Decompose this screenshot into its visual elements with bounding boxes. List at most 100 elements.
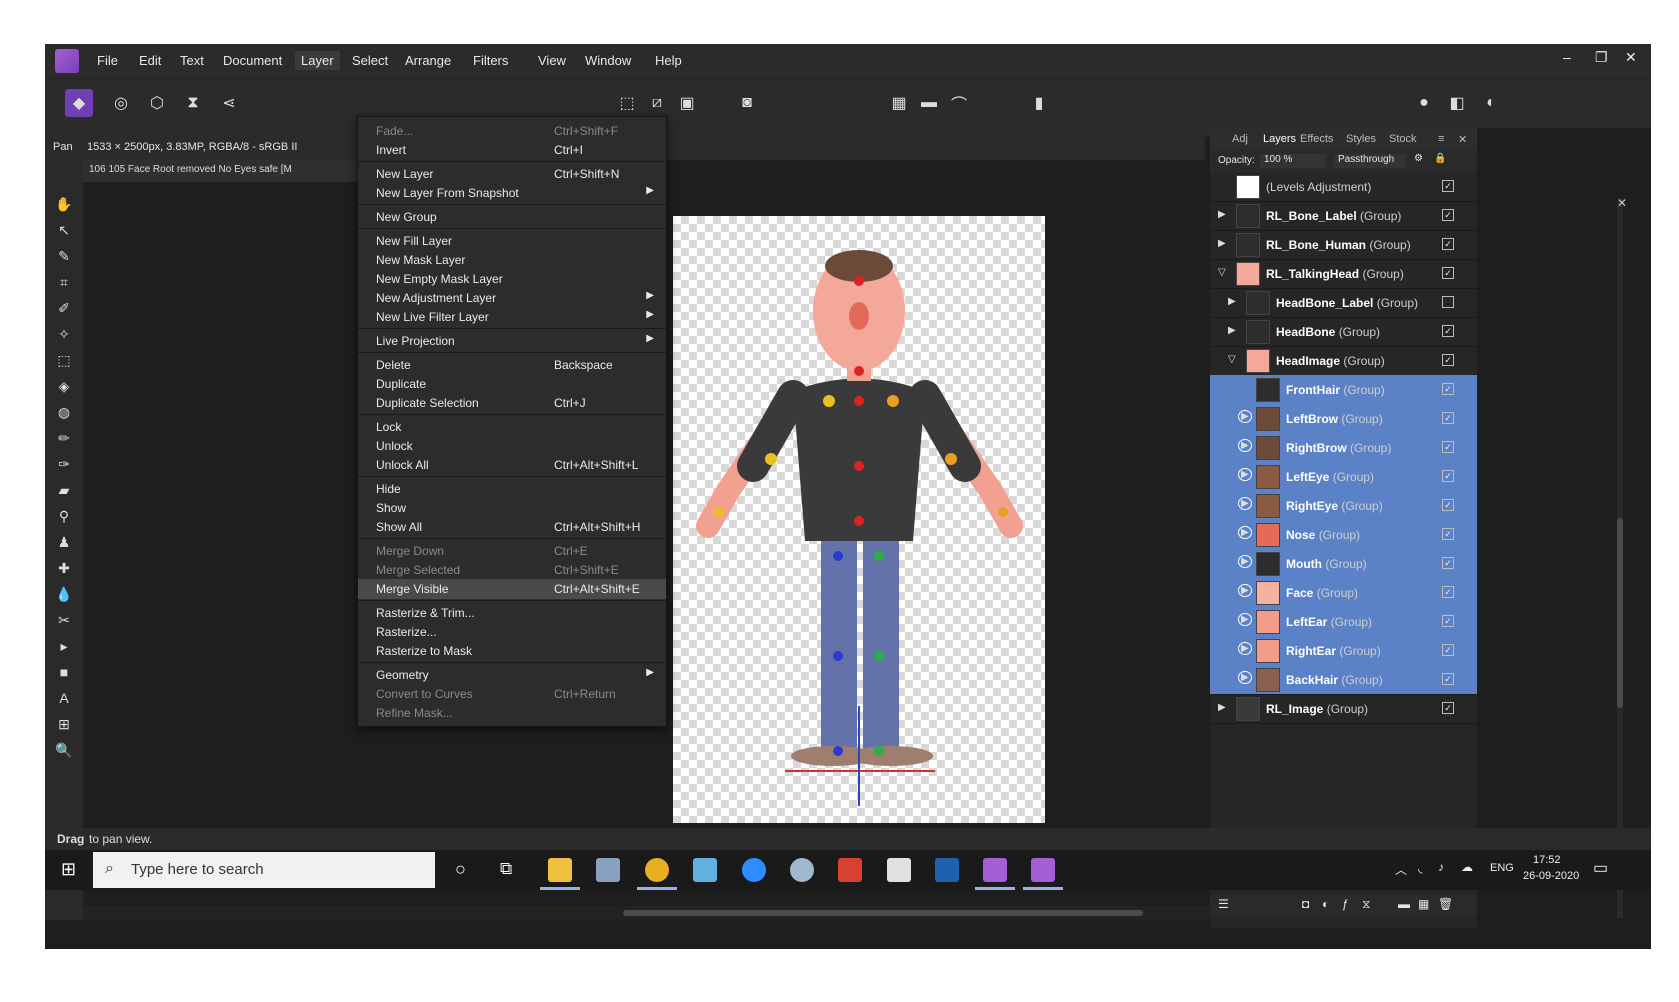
layer-expand-icon[interactable]: ▶ — [1238, 468, 1252, 481]
zoom-app-icon[interactable] — [742, 858, 766, 882]
menu-item-new-fill-layer[interactable]: New Fill Layer — [358, 231, 666, 251]
add-pixel-layer-icon[interactable]: ▦ — [1418, 897, 1429, 911]
tab-layers[interactable]: Layers — [1263, 133, 1296, 145]
rectangle-tool-icon[interactable]: ■ — [54, 662, 74, 682]
menu-item-show-all[interactable]: Show All Ctrl+Alt+Shift+H — [358, 517, 666, 537]
menu-item-new-mask-layer[interactable]: New Mask Layer — [358, 250, 666, 270]
windows-start-icon[interactable]: ⊞ — [61, 859, 76, 880]
layer-expand-icon[interactable]: ▶ — [1218, 238, 1226, 249]
liquify-persona-icon[interactable]: ◎ — [107, 89, 135, 117]
menu-edit[interactable]: Edit — [139, 53, 161, 68]
menu-filters[interactable]: Filters — [473, 53, 508, 68]
menu-item-new-empty-mask-layer[interactable]: New Empty Mask Layer — [358, 269, 666, 289]
acrobat-icon[interactable] — [887, 858, 911, 882]
notification-icon[interactable]: ▭ — [1593, 858, 1608, 878]
layer-row-leftear[interactable]: ▶ LeftEar (Group) ✓ — [1210, 607, 1477, 637]
layer-visibility-checkbox[interactable]: ✓ — [1442, 702, 1454, 714]
layer-row-rl-image[interactable]: ▶ RL_Image (Group) ✓ — [1210, 694, 1477, 724]
mask-layer-icon[interactable]: ◘ — [1302, 897, 1309, 911]
opacity-input[interactable]: 100 % — [1260, 154, 1326, 168]
layer-row-lefteye[interactable]: ▶ LeftEye (Group) ✓ — [1210, 462, 1477, 492]
layer-visibility-checkbox[interactable]: ✓ — [1442, 412, 1454, 424]
menu-item-merge-visible[interactable]: Merge Visible Ctrl+Alt+Shift+E — [358, 579, 666, 599]
gear-icon[interactable]: ⚙ — [1414, 153, 1423, 164]
menu-item-new-layer[interactable]: New Layer Ctrl+Shift+N — [358, 164, 666, 184]
affinity-photo-task-icon-2[interactable] — [1023, 858, 1063, 890]
color-picker-tool-icon[interactable]: ✎ — [54, 246, 74, 266]
gradient-tool-icon[interactable]: ◍ — [54, 402, 74, 422]
arrange-icon[interactable]: ◧ — [1443, 89, 1471, 117]
panel-close-icon[interactable]: ✕ — [1458, 133, 1467, 146]
layer-expand-icon[interactable]: ▶ — [1238, 642, 1252, 655]
tray-chevron-icon[interactable]: ︿ — [1395, 861, 1407, 878]
layer-row-rl-talkinghead[interactable]: ▽ RL_TalkingHead (Group) ✓ — [1210, 259, 1477, 289]
file-explorer-icon[interactable] — [540, 858, 580, 890]
restore-icon[interactable]: ❐ — [1595, 49, 1608, 66]
menu-item-lock[interactable]: Lock — [358, 417, 666, 437]
layers-stack-icon[interactable]: ☰ — [1218, 897, 1229, 911]
layer-visibility-checkbox[interactable]: ✓ — [1442, 586, 1454, 598]
layer-row-nose[interactable]: ▶ Nose (Group) ✓ — [1210, 520, 1477, 550]
layer-expand-icon[interactable]: ▽ — [1228, 354, 1236, 365]
layer-expand-icon[interactable]: ▶ — [1238, 584, 1252, 597]
menu-item-new-group[interactable]: New Group — [358, 207, 666, 227]
export-persona-icon[interactable]: ⋖ — [215, 89, 243, 117]
fill-tool-icon[interactable]: ◈ — [54, 376, 74, 396]
menu-item-unlock-all[interactable]: Unlock All Ctrl+Alt+Shift+L — [358, 455, 666, 475]
close-icon[interactable]: ✕ — [1625, 49, 1637, 66]
layer-expand-icon[interactable]: ▶ — [1218, 209, 1226, 220]
paint-brush-icon[interactable]: ✏ — [54, 428, 74, 448]
app-notes-icon[interactable] — [693, 858, 717, 882]
horizontal-scrollbar[interactable] — [83, 906, 1253, 920]
menu-item-new-layer-from-snapshot[interactable]: New Layer From Snapshot ▶ — [358, 183, 666, 203]
layer-row-backhair[interactable]: ▶ BackHair (Group) ✓ — [1210, 665, 1477, 695]
layer-expand-icon[interactable]: ▶ — [1238, 410, 1252, 423]
layer-row-rightbrow[interactable]: ▶ RightBrow (Group) ✓ — [1210, 433, 1477, 463]
marquee-tool-icon[interactable]: ⬚ — [54, 350, 74, 370]
layer-visibility-checkbox[interactable]: ✓ — [1442, 180, 1454, 192]
layer-expand-icon[interactable]: ▽ — [1218, 267, 1226, 278]
adjustment-icon[interactable]: ◐ — [1322, 897, 1329, 911]
menu-text[interactable]: Text — [180, 53, 204, 68]
clock-time[interactable]: 17:52 — [1533, 854, 1561, 866]
tab-stock[interactable]: Stock — [1389, 133, 1417, 145]
close-tab-icon[interactable]: ✕ — [1617, 196, 1627, 210]
menu-item-show[interactable]: Show — [358, 498, 666, 518]
mesh-warp-icon[interactable]: ⊞ — [54, 714, 74, 734]
layer-expand-icon[interactable]: ▶ — [1238, 671, 1252, 684]
artboard[interactable] — [673, 216, 1045, 823]
menu-help[interactable]: Help — [655, 53, 682, 68]
layer-row-rl-bone-label[interactable]: ▶ RL_Bone_Label (Group) ✓ — [1210, 201, 1477, 231]
menu-item-rasterize-to-mask[interactable]: Rasterize to Mask — [358, 641, 666, 661]
layer-visibility-checkbox[interactable]: ✓ — [1442, 354, 1454, 366]
vertical-scroll-thumb[interactable] — [1617, 518, 1623, 708]
layer-row-mouth[interactable]: ▶ Mouth (Group) ✓ — [1210, 549, 1477, 579]
layer-row-rl-bone-human[interactable]: ▶ RL_Bone_Human (Group) ✓ — [1210, 230, 1477, 260]
layer-expand-icon[interactable]: ▶ — [1218, 702, 1226, 713]
lock-icon[interactable]: 🔒 — [1434, 153, 1446, 164]
menu-item-geometry[interactable]: Geometry ▶ — [358, 665, 666, 685]
layer-row-levels-adjustment[interactable]: (Levels Adjustment) ✓ — [1210, 172, 1477, 202]
menu-item-delete[interactable]: Delete Backspace — [358, 355, 666, 375]
layer-expand-icon[interactable]: ▶ — [1238, 555, 1252, 568]
mask-mode-icon[interactable]: ◙ — [733, 89, 761, 117]
assistant-icon[interactable]: ● — [1410, 89, 1438, 117]
blend-mode-select[interactable]: Passthrough — [1334, 154, 1406, 168]
layer-row-rightear[interactable]: ▶ RightEar (Group) ✓ — [1210, 636, 1477, 666]
photo-persona-icon[interactable]: ◆ — [65, 89, 93, 117]
menu-window[interactable]: Window — [585, 53, 631, 68]
menu-document[interactable]: Document — [223, 53, 282, 68]
network-icon[interactable]: ◟ — [1418, 861, 1423, 875]
layer-row-leftbrow[interactable]: ▶ LeftBrow (Group) ✓ — [1210, 404, 1477, 434]
menu-file[interactable]: File — [97, 53, 118, 68]
document-tab[interactable]: 106 105 Face Root removed No Eyes safe [… — [83, 160, 363, 182]
develop-persona-icon[interactable]: ⬡ — [143, 89, 171, 117]
vertical-scrollbar[interactable] — [1617, 198, 1623, 918]
live-filter-icon[interactable]: ⧖ — [1362, 897, 1370, 912]
menu-view[interactable]: View — [538, 53, 566, 68]
layer-visibility-checkbox[interactable]: ✓ — [1442, 325, 1454, 337]
menu-item-hide[interactable]: Hide — [358, 479, 666, 499]
crop-tool-icon[interactable]: ⌗ — [54, 272, 74, 292]
layer-visibility-checkbox[interactable]: ✓ — [1442, 209, 1454, 221]
menu-item-duplicate-selection[interactable]: Duplicate Selection Ctrl+J — [358, 393, 666, 413]
